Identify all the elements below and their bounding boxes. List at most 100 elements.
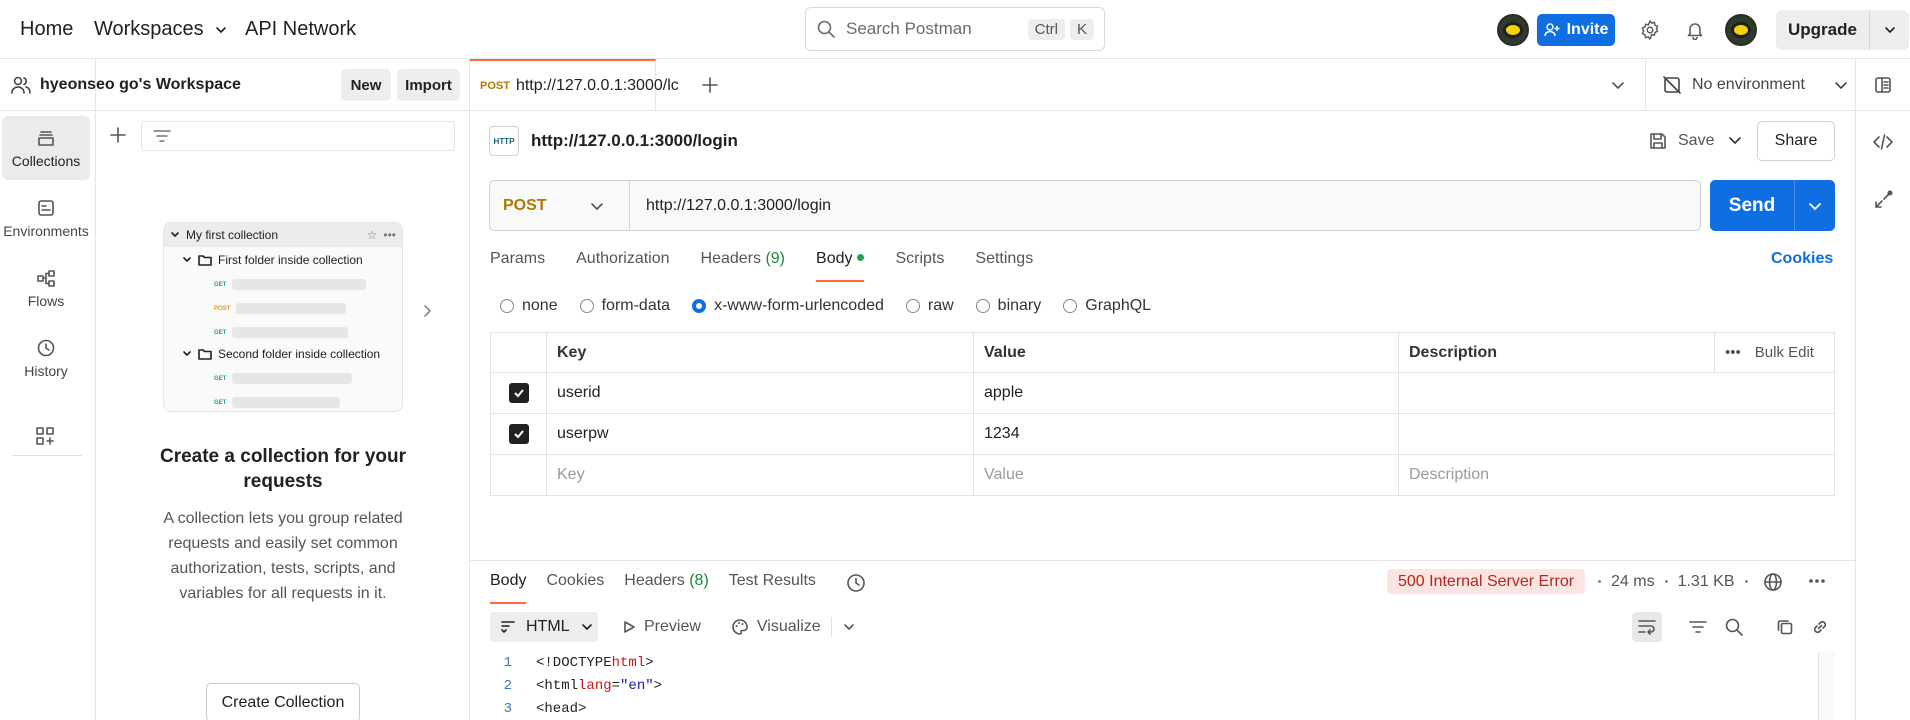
value-cell[interactable]: apple — [973, 372, 1399, 414]
description-cell[interactable] — [1398, 413, 1835, 455]
chevron-right-icon[interactable] — [419, 303, 435, 319]
method-select[interactable]: POST — [490, 181, 630, 230]
send-button[interactable]: Send — [1710, 180, 1835, 231]
filter-input[interactable] — [141, 121, 455, 151]
chevron-down-icon — [1833, 77, 1849, 93]
team-avatar[interactable] — [1497, 14, 1529, 46]
row-checkbox[interactable] — [508, 424, 529, 444]
radio-x-www-form-urlencoded[interactable]: x-www-form-urlencoded — [692, 297, 884, 315]
import-button[interactable]: Import — [397, 69, 460, 101]
environment-quicklook-icon[interactable] — [1855, 59, 1910, 111]
save-button[interactable]: Save — [1648, 125, 1714, 157]
plus-icon[interactable] — [108, 125, 128, 145]
preview-button[interactable]: Preview — [622, 618, 701, 636]
radio-raw[interactable]: raw — [905, 297, 954, 315]
invite-button[interactable]: Invite — [1537, 14, 1615, 46]
filter-icon — [152, 128, 172, 144]
filter-icon[interactable] — [1683, 612, 1713, 642]
tab-body[interactable]: Body — [816, 250, 865, 282]
more-options-icon[interactable] — [1807, 575, 1827, 587]
key-cell[interactable]: userpw — [546, 413, 974, 455]
save-options-chevron-icon[interactable] — [1727, 132, 1743, 148]
response-tab-test-results[interactable]: Test Results — [729, 572, 816, 602]
search-icon — [816, 19, 836, 39]
description-cell[interactable] — [1398, 372, 1835, 414]
visualize-chevron-down-icon[interactable] — [830, 617, 856, 637]
response-tab-cookies[interactable]: Cookies — [546, 572, 604, 602]
status-badge[interactable]: 500 Internal Server Error — [1387, 569, 1586, 594]
no-environment-icon — [1662, 75, 1682, 95]
rail-item-collections[interactable]: Collections — [2, 116, 90, 180]
code-line: 2 < html lang = "en" > — [503, 678, 663, 694]
response-size[interactable]: 1.31 KB — [1678, 573, 1735, 591]
radio-form-data[interactable]: form-data — [579, 297, 670, 315]
tabs-chevron-down-icon[interactable] — [1610, 77, 1626, 93]
url-bar: POST — [489, 180, 1701, 231]
search-input[interactable]: Search Postman Ctrl K — [805, 7, 1105, 51]
code-line: 3 <head> — [503, 701, 587, 717]
tab-settings[interactable]: Settings — [975, 250, 1033, 282]
rail-item-history[interactable]: History — [2, 326, 90, 390]
code-scrollbar[interactable] — [1818, 652, 1835, 720]
value-placeholder[interactable]: Value — [973, 454, 1399, 496]
cookies-link[interactable]: Cookies — [1771, 250, 1833, 268]
more-icon[interactable]: ••• — [1725, 344, 1741, 361]
response-tab-body[interactable]: Body — [490, 572, 527, 604]
wrap-lines-icon[interactable] — [1632, 612, 1662, 642]
search-icon[interactable] — [1719, 612, 1749, 642]
nav-home[interactable]: Home — [20, 0, 73, 59]
notifications-bell-icon[interactable] — [1679, 14, 1711, 46]
table-row: userpw 1234 — [490, 413, 1835, 455]
table-row-empty: Key Value Description — [490, 454, 1835, 496]
related-expand-icon[interactable] — [1872, 189, 1894, 211]
value-cell[interactable]: 1234 — [973, 413, 1399, 455]
upgrade-button[interactable]: Upgrade — [1776, 10, 1909, 50]
radio-graphql[interactable]: GraphQL — [1063, 297, 1151, 315]
key-placeholder[interactable]: Key — [546, 454, 974, 496]
format-select[interactable]: HTML — [490, 612, 598, 642]
visualize-button[interactable]: Visualize — [731, 618, 821, 636]
history-icon — [36, 338, 56, 358]
response-time[interactable]: 24 ms — [1611, 573, 1655, 591]
rail-item-environments[interactable]: Environments — [2, 186, 90, 250]
bulk-edit-button[interactable]: ••• Bulk Edit — [1725, 344, 1834, 361]
nav-workspaces[interactable]: Workspaces — [94, 0, 228, 59]
radio-binary[interactable]: binary — [975, 297, 1041, 315]
tab-authorization[interactable]: Authorization — [576, 250, 669, 282]
send-options-chevron-icon[interactable] — [1795, 198, 1835, 214]
user-avatar[interactable] — [1725, 14, 1757, 46]
response-tab-headers[interactable]: Headers (8) — [624, 572, 709, 602]
tab-scripts[interactable]: Scripts — [895, 250, 944, 282]
new-button[interactable]: New — [341, 69, 391, 101]
new-tab-plus-icon[interactable] — [700, 75, 720, 95]
nav-api-network[interactable]: API Network — [245, 0, 356, 59]
copy-icon[interactable] — [1770, 612, 1800, 642]
key-cell[interactable]: userid — [546, 372, 974, 414]
rail-item-flows[interactable]: Flows — [2, 256, 90, 320]
code-icon[interactable] — [1872, 131, 1894, 153]
request-title[interactable]: http://127.0.0.1:3000/login — [531, 131, 738, 151]
tab-headers[interactable]: Headers (9) — [701, 250, 786, 282]
add-apps-icon[interactable] — [34, 425, 56, 447]
response-code-viewer[interactable]: 1 <!DOCTYPE html > 2 < html lang = "en" > 3 <… — [490, 652, 1820, 720]
chevron-down-icon[interactable] — [1870, 23, 1909, 37]
url-input[interactable] — [630, 181, 1700, 230]
request-tab[interactable]: POST http://127.0.0.1:3000/lc — [470, 59, 679, 111]
settings-gear-icon[interactable] — [1634, 14, 1666, 46]
radio-none[interactable]: none — [500, 297, 558, 315]
table-row: userid apple — [490, 372, 1835, 414]
empty-state-description: A collection lets you group related requ… — [163, 510, 403, 602]
folder-icon — [198, 255, 212, 266]
description-placeholder[interactable]: Description — [1398, 454, 1835, 496]
share-button[interactable]: Share — [1757, 121, 1835, 161]
environment-selector[interactable]: No environment — [1645, 59, 1855, 111]
chevron-down-icon — [580, 620, 594, 634]
link-icon[interactable] — [1805, 612, 1835, 642]
tab-params[interactable]: Params — [490, 250, 545, 282]
row-checkbox[interactable] — [508, 383, 529, 403]
create-collection-button[interactable]: Create Collection — [206, 683, 360, 720]
globe-icon[interactable] — [1762, 571, 1784, 593]
response-history-icon[interactable] — [845, 572, 867, 594]
collection-illustration: My first collection ☆ ••• First folder i… — [163, 222, 403, 412]
column-description: Description — [1398, 332, 1715, 373]
